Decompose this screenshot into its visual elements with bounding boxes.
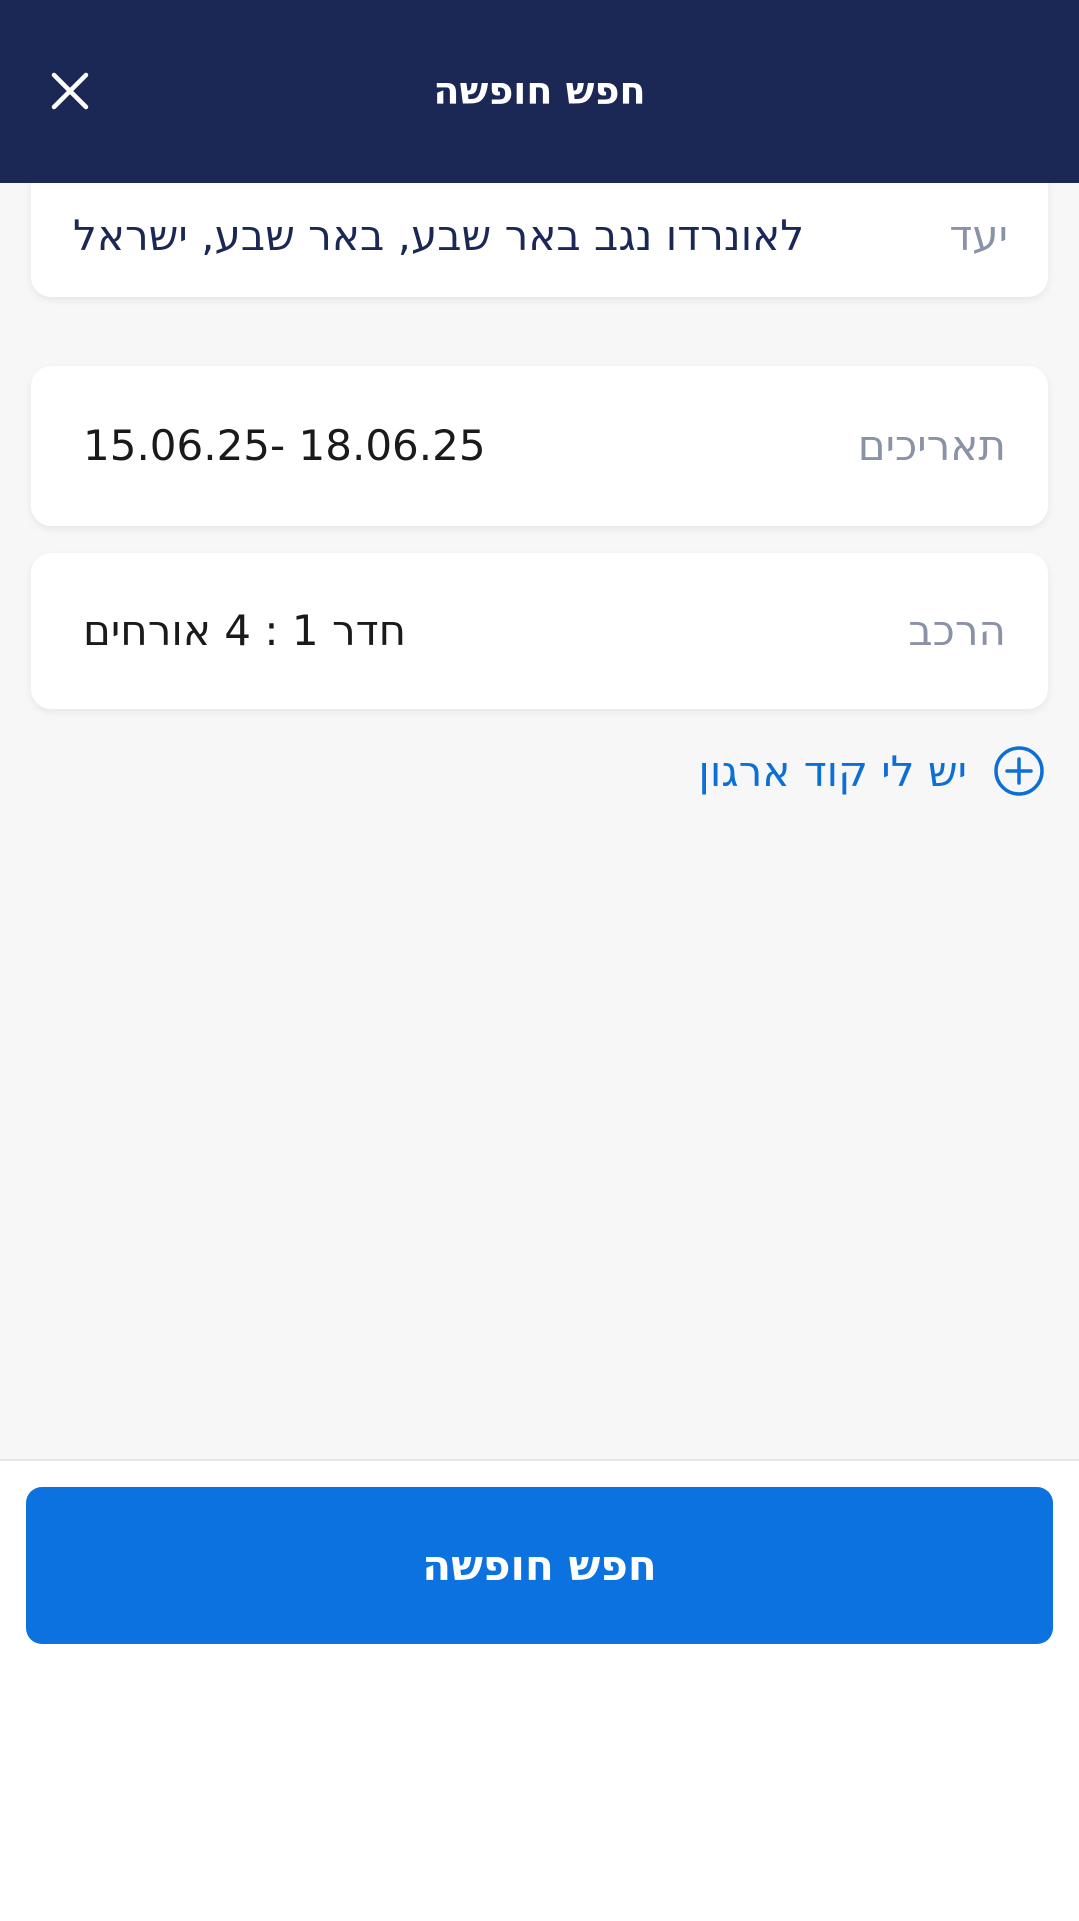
page-title: חפש חופשה <box>433 69 646 113</box>
composition-field[interactable]: הרכב חדר 1 : 4 אורחים <box>31 553 1048 709</box>
dates-label: תאריכים <box>857 421 1006 470</box>
destination-label: יעד <box>949 211 1008 260</box>
destination-value: לאונרדו נגב באר שבע, באר שבע, ישראל <box>73 211 805 260</box>
top-app-bar: חפש חופשה <box>0 0 1079 183</box>
plus-circle-icon[interactable] <box>993 745 1045 797</box>
dates-field[interactable]: תאריכים 15.06.25- 18.06.25 <box>31 366 1048 526</box>
org-code-link[interactable]: יש לי קוד ארגון <box>698 741 1045 801</box>
composition-value: חדר 1 : 4 אורחים <box>83 606 407 655</box>
search-form: יעד לאונרדו נגב באר שבע, באר שבע, ישראל … <box>0 183 1079 1459</box>
destination-field[interactable]: יעד לאונרדו נגב באר שבע, באר שבע, ישראל <box>31 183 1048 297</box>
search-vacation-button[interactable]: חפש חופשה <box>26 1487 1053 1644</box>
dates-value: 15.06.25- 18.06.25 <box>83 421 486 470</box>
composition-label: הרכב <box>908 606 1006 655</box>
bottom-action-bar: חפש חופשה <box>0 1459 1079 1921</box>
org-code-label[interactable]: יש לי קוד ארגון <box>698 747 967 796</box>
